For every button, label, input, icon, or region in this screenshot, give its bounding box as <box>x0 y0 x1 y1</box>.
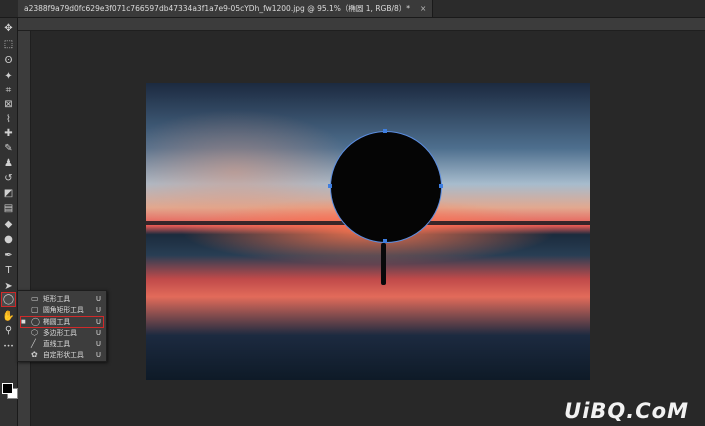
anchor-point-right[interactable] <box>439 184 443 188</box>
site-watermark: UiBQ.CoM <box>564 399 689 423</box>
crop-tool[interactable]: ⌗ <box>2 84 15 97</box>
magic-wand-tool[interactable]: ✦ <box>2 70 15 83</box>
path-selection-tool[interactable]: ➤ <box>2 280 15 293</box>
gradient-tool[interactable]: ▤ <box>2 202 15 215</box>
anchor-point-top[interactable] <box>383 129 387 133</box>
document-tab-title: a2388f9a79d0fc629e3f071c766597db47334a3f… <box>24 4 411 13</box>
marquee-tool[interactable]: ⬚ <box>2 38 15 51</box>
lasso-tool[interactable]: ʘ <box>2 54 15 67</box>
foreground-color-swatch[interactable] <box>2 383 13 394</box>
sunset-photo-canvas[interactable] <box>146 83 590 380</box>
ellipse-tool-button[interactable]: ◯ <box>1 292 16 307</box>
line-tool-item[interactable]: ╱ 直线工具 U <box>21 339 103 349</box>
current-tool-marker: ■ <box>21 319 26 325</box>
document-tab-bar: a2388f9a79d0fc629e3f071c766597db47334a3f… <box>0 0 705 18</box>
anchor-point-left[interactable] <box>328 184 332 188</box>
shape-tools-flyout: ▭ 矩形工具 U ▢ 圆角矩形工具 U ■ ◯ 椭圆工具 U ⬡ 多边形工具 U… <box>17 290 107 362</box>
custom-shape-tool-item[interactable]: ✿ 自定形状工具 U <box>21 350 103 360</box>
rounded-rectangle-tool-item[interactable]: ▢ 圆角矩形工具 U <box>21 305 103 315</box>
blur-tool[interactable]: ◆ <box>2 218 15 231</box>
history-brush-tool[interactable]: ↺ <box>2 172 15 185</box>
rounded-rectangle-icon: ▢ <box>31 305 39 314</box>
brush-tool[interactable]: ✎ <box>2 142 15 155</box>
type-tool[interactable]: T <box>2 264 15 277</box>
horizontal-ruler <box>18 18 705 31</box>
custom-shape-icon: ✿ <box>31 350 38 359</box>
move-tool[interactable]: ✥ <box>2 22 15 35</box>
ellipse-tool-item[interactable]: ■ ◯ 椭圆工具 U <box>20 316 104 328</box>
rectangle-tool-item[interactable]: ▭ 矩形工具 U <box>21 294 103 304</box>
rectangle-icon: ▭ <box>31 294 39 303</box>
eraser-tool[interactable]: ◩ <box>2 187 15 200</box>
eyedropper-tool[interactable]: ⌇ <box>2 113 15 126</box>
pen-tool[interactable]: ✒ <box>2 249 15 262</box>
zoom-tool[interactable]: ⚲ <box>2 324 15 337</box>
line-icon: ╱ <box>31 339 36 348</box>
anchor-point-bottom[interactable] <box>383 239 387 243</box>
close-tab-icon[interactable]: × <box>420 4 426 13</box>
frame-tool[interactable]: ⊠ <box>2 98 15 111</box>
ellipse-shape-layer[interactable] <box>330 131 442 243</box>
document-tab[interactable]: a2388f9a79d0fc629e3f071c766597db47334a3f… <box>18 0 434 17</box>
healing-brush-tool[interactable]: ✚ <box>2 127 15 140</box>
more-tools-button[interactable]: ••• <box>2 340 15 353</box>
polygon-tool-item[interactable]: ⬡ 多边形工具 U <box>21 328 103 338</box>
polygon-icon: ⬡ <box>31 328 38 337</box>
hand-tool[interactable]: ✋ <box>2 310 15 323</box>
dodge-tool[interactable]: ● <box>2 233 15 246</box>
person-silhouette <box>381 243 386 285</box>
ellipse-icon: ◯ <box>31 317 40 326</box>
tools-panel: ✥ ⬚ ʘ ✦ ⌗ ⊠ ⌇ ✚ ✎ ♟ ↺ ◩ ▤ ◆ ● ✒ T ➤ ◯ ✋ … <box>0 18 18 426</box>
vertical-ruler <box>18 31 31 426</box>
clone-stamp-tool[interactable]: ♟ <box>2 157 15 170</box>
